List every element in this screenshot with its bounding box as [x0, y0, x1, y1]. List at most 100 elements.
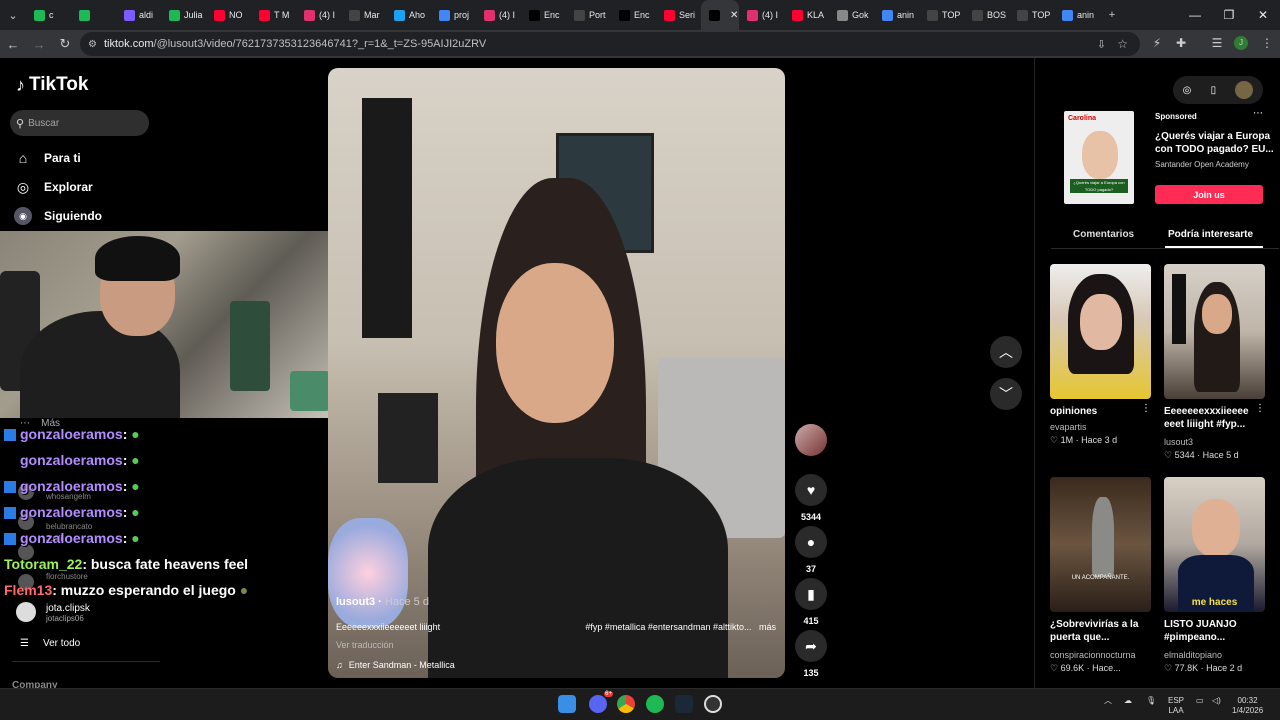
- minimize-icon[interactable]: —: [1178, 0, 1212, 30]
- bookmark-star-icon[interactable]: ☆: [1117, 37, 1128, 51]
- nav-siguiendo[interactable]: ◉ Siguiendo: [14, 207, 102, 225]
- profile-avatar[interactable]: [1235, 81, 1254, 99]
- clock[interactable]: 00:32 1/4/2026: [1232, 696, 1263, 716]
- browser-tab[interactable]: Enc: [611, 0, 656, 30]
- tab-comments[interactable]: Comentarios: [1073, 229, 1134, 240]
- browser-tab[interactable]: Mar: [341, 0, 386, 30]
- tray-chevron-icon[interactable]: ︿: [1104, 696, 1112, 706]
- close-window-icon[interactable]: ✕: [1246, 0, 1280, 30]
- media-control-icon[interactable]: ☰: [1206, 32, 1228, 54]
- browser-tab[interactable]: NO: [206, 0, 251, 30]
- browser-tab[interactable]: [71, 0, 116, 30]
- nav-para-ti[interactable]: ⌂ Para ti: [14, 149, 81, 167]
- browser-tab[interactable]: Gok: [829, 0, 874, 30]
- cloud-icon[interactable]: ☁: [1124, 696, 1132, 706]
- browser-tab[interactable]: TOP: [919, 0, 964, 30]
- browser-tab[interactable]: Enc: [521, 0, 566, 30]
- next-video-button[interactable]: ﹀: [990, 378, 1022, 410]
- previous-video-button[interactable]: ︿: [990, 336, 1022, 368]
- more-button[interactable]: más: [759, 622, 776, 632]
- tab-close-icon[interactable]: ✕: [730, 10, 738, 21]
- new-tab-button[interactable]: +: [1099, 0, 1125, 30]
- address-bar[interactable]: ⚙ tiktok.com/@lusout3/video/762173735312…: [80, 32, 1140, 56]
- back-icon[interactable]: ←: [0, 37, 26, 52]
- ad-headline[interactable]: ¿Querés viajar a Europa con TODO pagado?…: [1155, 130, 1275, 156]
- browser-tab[interactable]: T M: [251, 0, 296, 30]
- translate-link[interactable]: Ver traducción: [336, 640, 776, 650]
- compass-icon[interactable]: ◎: [1183, 85, 1192, 96]
- windows-start-icon[interactable]: [558, 695, 576, 713]
- browser-tab[interactable]: TOP: [1009, 0, 1054, 30]
- avatar[interactable]: [16, 602, 36, 622]
- nav-explorar[interactable]: ◎ Explorar: [14, 178, 93, 196]
- related-video-thumbnail[interactable]: me haces: [1164, 477, 1265, 612]
- obs-icon[interactable]: [704, 695, 722, 713]
- tab-related[interactable]: Podría interesarte: [1168, 229, 1253, 240]
- related-video-thumbnail[interactable]: UN ACOMPAÑANTE.: [1050, 477, 1151, 612]
- author-name[interactable]: lusout3: [336, 596, 375, 608]
- related-user[interactable]: elmalditopiano: [1164, 650, 1222, 660]
- browser-tab[interactable]: (4) I: [476, 0, 521, 30]
- browser-tab[interactable]: aldi: [116, 0, 161, 30]
- ad-menu-icon[interactable]: ⋯: [1253, 108, 1263, 119]
- profile-avatar[interactable]: J: [1230, 32, 1252, 54]
- discord-icon[interactable]: 6+: [589, 691, 613, 713]
- browser-tab[interactable]: c: [26, 0, 71, 30]
- related-user[interactable]: lusout3: [1164, 437, 1193, 447]
- related-title[interactable]: LISTO JUANJO #pimpeano...: [1164, 618, 1262, 644]
- steam-icon[interactable]: [675, 695, 693, 713]
- hashtags[interactable]: #fyp #metallica #entersandman #alttikto.…: [585, 622, 751, 632]
- save-button[interactable]: ▮ 415: [795, 578, 827, 626]
- card-menu-icon[interactable]: ⋮: [1141, 403, 1151, 414]
- related-video-thumbnail[interactable]: [1164, 264, 1265, 399]
- browser-tab[interactable]: BOS: [964, 0, 1009, 30]
- site-info-icon[interactable]: ⚙: [88, 39, 97, 50]
- account-name[interactable]: jota.clipsk: [46, 603, 90, 614]
- related-title[interactable]: Eeeeeeexxxiieeee eeet liiight #fyp...: [1164, 405, 1262, 431]
- account-name[interactable]: florchustore: [46, 572, 88, 581]
- browser-tab[interactable]: ✕: [701, 0, 739, 30]
- browser-tab[interactable]: Aho: [386, 0, 431, 30]
- browser-menu-icon[interactable]: ⋮: [1256, 32, 1278, 54]
- reload-icon[interactable]: ↻: [52, 36, 78, 52]
- restore-icon[interactable]: ❐: [1212, 0, 1246, 30]
- install-app-icon[interactable]: ⇩: [1097, 38, 1106, 51]
- related-user[interactable]: evapartis: [1050, 422, 1087, 432]
- tab-search-icon[interactable]: ⌄: [0, 0, 26, 30]
- search-input[interactable]: ⚲ Buscar: [10, 110, 149, 136]
- device-icon[interactable]: ▯: [1211, 85, 1217, 96]
- browser-tab[interactable]: Port: [566, 0, 611, 30]
- chrome-icon[interactable]: [617, 695, 635, 713]
- related-video-thumbnail[interactable]: [1050, 264, 1151, 399]
- related-user[interactable]: conspiracionnocturna: [1050, 650, 1136, 660]
- volume-icon[interactable]: ◁): [1212, 696, 1221, 706]
- related-title[interactable]: ¿Sobrevivirías a la puerta que...: [1050, 618, 1148, 644]
- share-button[interactable]: ➦ 135: [795, 630, 827, 678]
- language-indicator[interactable]: ESP LAA: [1168, 696, 1184, 716]
- card-menu-icon[interactable]: ⋮: [1255, 403, 1265, 414]
- ad-advertiser[interactable]: Santander Open Academy: [1155, 160, 1249, 169]
- browser-tab[interactable]: (4) I: [296, 0, 341, 30]
- network-icon[interactable]: ▭: [1196, 696, 1204, 706]
- extension-icon[interactable]: ⚡: [1146, 32, 1168, 54]
- spotify-icon[interactable]: [646, 695, 664, 713]
- browser-tab[interactable]: proj: [431, 0, 476, 30]
- ad-thumbnail[interactable]: Carolina ¿Querés viajar a Europa con TOD…: [1064, 111, 1134, 204]
- browser-tab[interactable]: anin: [1054, 0, 1099, 30]
- forward-icon[interactable]: →: [26, 37, 52, 52]
- browser-tab[interactable]: KLA: [784, 0, 829, 30]
- related-title[interactable]: opiniones: [1050, 405, 1148, 418]
- video-player[interactable]: lusout3 · Hace 5 d Eeeeeexxxiieeeeeet li…: [328, 68, 785, 678]
- browser-tab[interactable]: Seri: [656, 0, 701, 30]
- music-title[interactable]: Enter Sandman - Metallica: [349, 660, 455, 670]
- mic-icon[interactable]: 🎙: [1146, 696, 1156, 706]
- creator-avatar[interactable]: [795, 424, 827, 456]
- extensions-puzzle-icon[interactable]: ✚: [1170, 32, 1192, 54]
- browser-tab[interactable]: (4) I: [739, 0, 784, 30]
- like-button[interactable]: ♥ 5344: [795, 474, 827, 522]
- browser-tab[interactable]: Julia: [161, 0, 206, 30]
- see-all-link[interactable]: ☰ Ver todo: [20, 638, 80, 649]
- comment-button[interactable]: ● 37: [795, 526, 827, 574]
- tiktok-logo[interactable]: ♪ TikTok: [16, 74, 88, 96]
- ad-cta-button[interactable]: Join us: [1155, 185, 1263, 204]
